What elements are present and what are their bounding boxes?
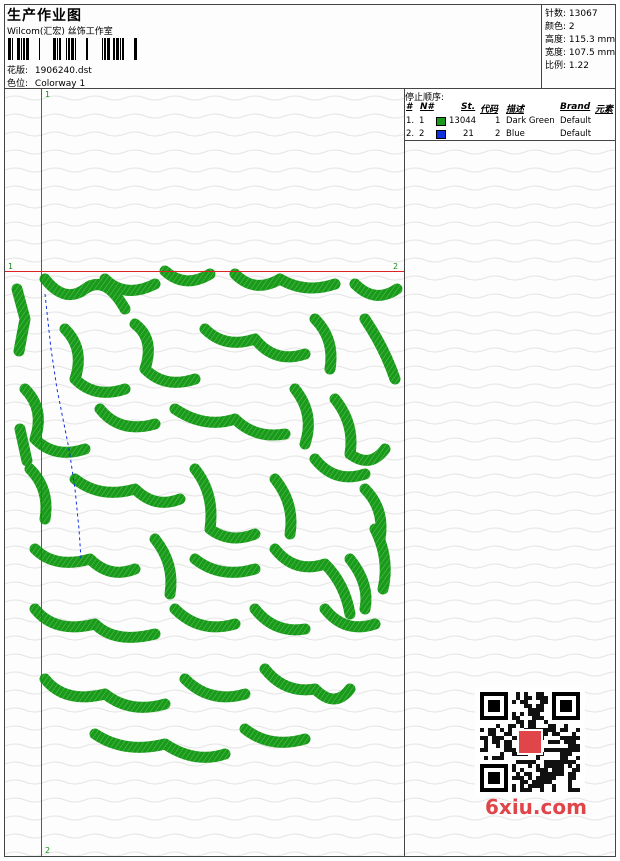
- col-desc: 描述: [506, 105, 525, 115]
- col-stitches: St.: [461, 102, 476, 112]
- embroidery-preview: [5, 89, 404, 856]
- design-stats: 针数: 13067 颜色: 2 高度: 115.3 mm 宽度: 107.5 m…: [542, 5, 615, 89]
- col-code: 代码: [480, 105, 499, 115]
- color-swatch: [436, 117, 446, 126]
- col-brand: Brand: [560, 102, 591, 112]
- header-info: 生产作业图 Wilcom(汇宏) 丝饰工作室 花版: 1906240.dst 色…: [5, 5, 542, 89]
- colorway-value: Colorway 1: [34, 79, 86, 89]
- barcode-icon: [8, 38, 137, 60]
- page-title: 生产作业图: [7, 8, 82, 24]
- production-sheet: 生产作业图 Wilcom(汇宏) 丝饰工作室 花版: 1906240.dst 色…: [4, 4, 616, 857]
- design-value: 1906240.dst: [34, 66, 92, 76]
- stat-scale: 比例: 1.22: [545, 61, 589, 71]
- stat-stitches: 针数: 13067: [545, 9, 598, 19]
- stitch-segment: [14, 423, 33, 467]
- stat-width: 宽度: 107.5 mm: [545, 48, 616, 58]
- stop-sequence-table: 停止顺序: # N# St. 代码 描述 Brand 元素 1. 1 13044…: [405, 89, 615, 141]
- col-hash: #: [406, 102, 413, 112]
- colorway-label: 色位:: [7, 79, 29, 89]
- guide-horizontal: [5, 271, 404, 272]
- stat-colors: 颜色: 2: [545, 22, 575, 32]
- colorway: 色位: Colorway 1: [7, 76, 85, 89]
- studio-name: Wilcom(汇宏) 丝饰工作室: [7, 27, 113, 37]
- qr-code-icon: [475, 687, 585, 797]
- design-canvas: 1 2 1 2: [5, 89, 405, 856]
- col-n: N#: [420, 102, 434, 112]
- guide-h-left-label: 1: [8, 262, 14, 271]
- stat-height: 高度: 115.3 mm: [545, 35, 616, 45]
- watermark-text: 6xiu.com: [485, 795, 587, 819]
- design-label: 花版:: [7, 66, 29, 76]
- guide-v-top-label: 1: [45, 90, 51, 99]
- guide-v-bottom-label: 2: [45, 846, 51, 855]
- col-element: 元素: [595, 105, 614, 115]
- guide-h-right-label: 2: [393, 262, 399, 271]
- design-file: 花版: 1906240.dst: [7, 63, 92, 76]
- color-swatch: [436, 130, 446, 139]
- guide-vertical: [41, 89, 42, 856]
